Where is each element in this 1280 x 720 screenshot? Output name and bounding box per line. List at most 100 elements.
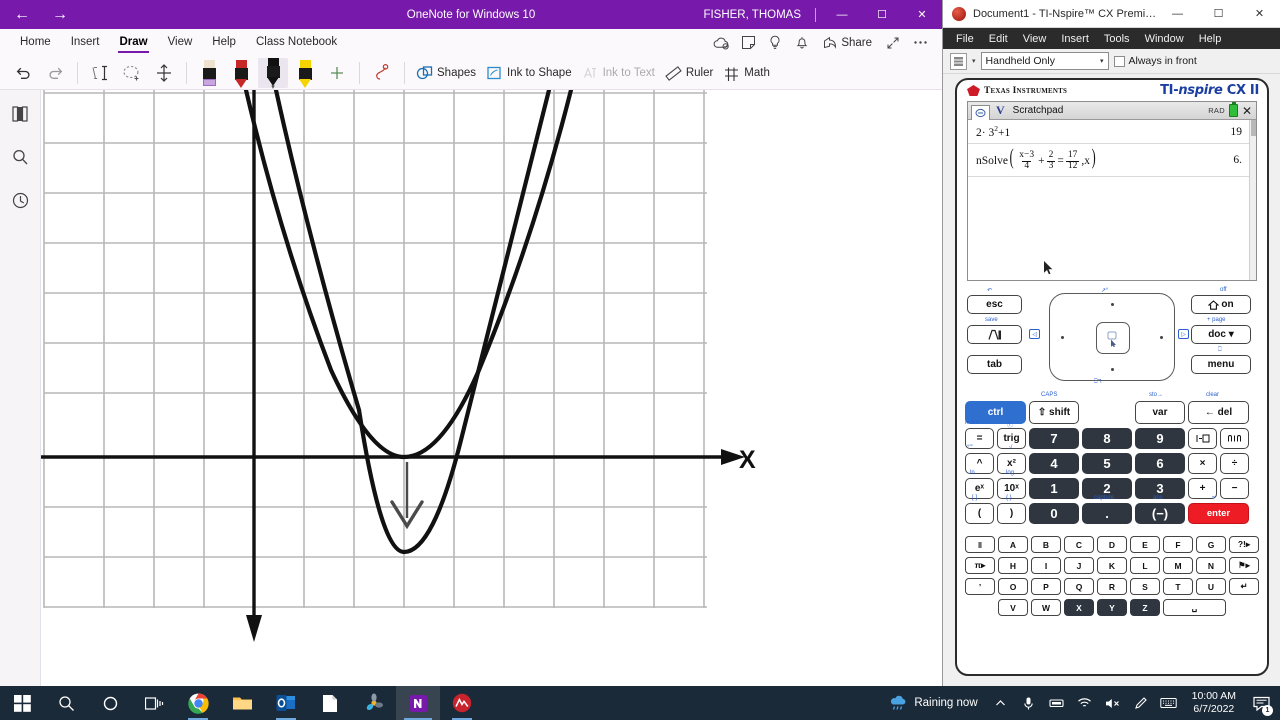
shapes-button[interactable]: Shapes [412,58,480,88]
handheld-emulator[interactable]: Texas Instruments TI-nspire CX II V Scra… [955,78,1269,676]
always-in-front-checkbox[interactable]: Always in front [1113,55,1197,67]
onenote-canvas[interactable]: X [41,90,942,686]
tab-class-notebook[interactable]: Class Notebook [246,33,347,52]
touchpad[interactable] [1049,293,1175,381]
taskbar-clock[interactable]: 10:00 AM 6/7/2022 [1184,690,1244,716]
key-alpha-bars[interactable]: ‖ [965,536,995,553]
key-on[interactable]: on [1191,295,1251,314]
key-T[interactable]: T [1163,578,1193,595]
key-9[interactable]: 9 [1135,428,1185,449]
key-D[interactable]: D [1097,536,1127,553]
tab-home[interactable]: Home [10,33,61,52]
lightbulb-icon[interactable] [763,32,787,54]
key-menu[interactable]: menu [1191,355,1251,374]
close-icon[interactable]: ✕ [1242,105,1252,117]
ink-color-icon[interactable] [367,58,397,88]
key-X[interactable]: X [1064,599,1094,616]
key-A[interactable]: A [998,536,1028,553]
key-shift[interactable]: ⇧ shift [1029,401,1079,424]
key-minus[interactable]: − [1220,478,1249,499]
key-tab[interactable]: tab [967,355,1022,374]
cortana-icon[interactable] [88,686,132,720]
nav-left-arrow-icon[interactable]: ◁ [1029,329,1040,339]
task-view-icon[interactable] [132,686,176,720]
key-space[interactable]: ␣ [1163,599,1226,616]
chevron-down-icon[interactable]: ▾ [271,84,275,91]
calculator-tab-icon[interactable] [971,104,990,120]
key-C[interactable]: C [1064,536,1094,553]
key-H[interactable]: H [998,557,1028,574]
pen-eraser[interactable] [194,58,224,88]
taskbar-app-photos[interactable] [352,686,396,720]
view-mode-icon[interactable] [950,52,967,70]
cloud-sync-icon[interactable] [709,32,733,54]
key-Q[interactable]: Q [1064,578,1094,595]
key-pi[interactable]: π▸ [965,557,995,574]
key-K[interactable]: K [1097,557,1127,574]
close-button[interactable]: ✕ [902,0,942,29]
key-L[interactable]: L [1130,557,1160,574]
redo-button[interactable] [40,58,70,88]
share-button[interactable]: Share [817,34,878,51]
pen-icon[interactable] [1128,686,1154,720]
view-mode-select[interactable]: Handheld Only ▾ [980,52,1109,70]
key-var[interactable]: var [1135,401,1185,424]
graph-tab-icon[interactable]: V [996,103,1005,118]
menu-file[interactable]: File [949,31,981,47]
key-right-paren[interactable]: ) [997,503,1026,524]
key-multiply[interactable]: × [1188,453,1217,474]
key-E[interactable]: E [1130,536,1160,553]
tray-chevron-up-icon[interactable] [988,686,1014,720]
menu-edit[interactable]: Edit [982,31,1015,47]
key-6[interactable]: 6 [1135,453,1185,474]
key-R[interactable]: R [1097,578,1127,595]
touch-keyboard-icon[interactable] [1156,686,1182,720]
back-button[interactable]: ← [12,6,32,23]
key-G[interactable]: G [1196,536,1226,553]
taskbar-app-outlook[interactable] [264,686,308,720]
microphone-icon[interactable] [1016,686,1042,720]
key-templates[interactable] [1220,428,1249,449]
key-N[interactable]: N [1196,557,1226,574]
undo-button[interactable] [8,58,38,88]
more-options-icon[interactable] [908,32,932,54]
menu-tools[interactable]: Tools [1097,31,1137,47]
minimize-button[interactable]: — [822,0,862,29]
pen-black[interactable]: ▾ [258,57,288,91]
calc-entry-1[interactable]: 2· 32+1 19 [968,120,1256,144]
expand-icon[interactable] [881,32,905,54]
nspire-maximize-button[interactable]: ☐ [1198,0,1239,27]
add-pen-button[interactable] [322,58,352,88]
handheld-screen[interactable]: V Scratchpad RAD ✕ 2· 32+1 19 nSolve(x−… [967,101,1257,281]
key-enter[interactable]: enter [1188,503,1249,524]
recent-notes-icon[interactable] [7,188,33,212]
key-P[interactable]: P [1031,578,1061,595]
nav-right-arrow-icon[interactable]: ▷ [1178,329,1189,339]
scratchpad-content[interactable]: 2· 32+1 19 nSolve(x−3 4 +2 3 = 17 12 ,x) 6. [968,120,1256,280]
key-left-paren[interactable]: ( [965,503,994,524]
key-return[interactable]: ↵ [1229,578,1259,595]
key-negate[interactable]: (−) [1135,503,1185,524]
graph-drawing[interactable]: X [41,90,942,686]
key-del[interactable]: ← del [1188,401,1249,424]
key-esc[interactable]: esc [967,295,1022,314]
search-icon[interactable] [7,145,33,169]
key-flag[interactable]: ⚑▸ [1229,557,1259,574]
taskbar-app-notepad[interactable] [308,686,352,720]
key-1[interactable]: 1 [1029,478,1079,499]
scratchpad-scrollbar[interactable] [1249,120,1256,280]
key-divide[interactable]: ÷ [1220,453,1249,474]
search-icon[interactable] [44,686,88,720]
key-M[interactable]: M [1163,557,1193,574]
ink-align-icon[interactable] [149,58,179,88]
tab-view[interactable]: View [158,33,203,52]
view-mode-caret[interactable]: ▾ [972,57,976,65]
nspire-minimize-button[interactable]: — [1157,0,1198,27]
menu-view[interactable]: View [1016,31,1054,47]
nspire-close-button[interactable]: ✕ [1239,0,1280,27]
maximize-button[interactable]: ☐ [862,0,902,29]
taskbar-app-chrome[interactable] [176,686,220,720]
pen-red[interactable] [226,58,256,88]
notebooks-icon[interactable] [7,102,33,126]
key-Z[interactable]: Z [1130,599,1160,616]
